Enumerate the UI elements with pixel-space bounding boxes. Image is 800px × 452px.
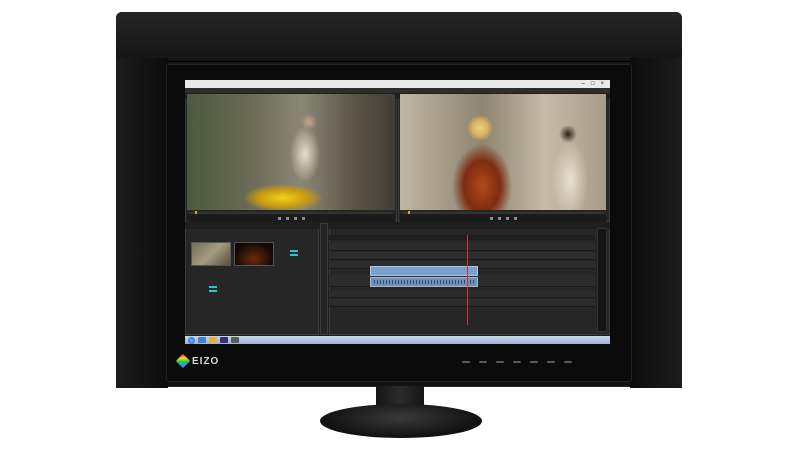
audio-clip[interactable]: [370, 277, 478, 287]
timeline-playhead[interactable]: [467, 235, 468, 325]
step-back-icon[interactable]: [489, 216, 493, 220]
program-transport-buttons: [489, 216, 517, 220]
window-buttons: – □ ×: [582, 81, 610, 87]
timeline-ruler[interactable]: [329, 235, 595, 240]
sequence-icon[interactable]: [290, 250, 298, 257]
windows-taskbar: [185, 336, 610, 344]
play-icon[interactable]: [497, 216, 501, 220]
brand-logo: EIZO: [175, 353, 220, 369]
program-transport: [400, 214, 606, 222]
app-titlebar: – □ ×: [185, 80, 610, 88]
program-video-frame[interactable]: [400, 94, 606, 210]
monitor-screen: – □ ×: [185, 80, 610, 344]
control-button[interactable]: [547, 361, 555, 363]
track-audio-3[interactable]: [329, 299, 595, 307]
control-button[interactable]: [530, 361, 538, 363]
sequence-icon[interactable]: [209, 286, 217, 293]
hood-top: [116, 12, 682, 62]
track-video-3[interactable]: [329, 243, 595, 251]
project-thumbnail[interactable]: [234, 242, 274, 266]
close-icon[interactable]: ×: [600, 81, 604, 87]
source-transport: [187, 214, 395, 222]
source-transport-buttons: [277, 216, 305, 220]
lift-icon[interactable]: [513, 216, 517, 220]
control-button[interactable]: [513, 361, 521, 363]
power-button[interactable]: [564, 361, 572, 363]
track-audio-2[interactable]: [329, 290, 595, 298]
project-panel: [185, 223, 319, 335]
step-back-icon[interactable]: [277, 216, 281, 220]
video-clip[interactable]: [370, 266, 478, 276]
premiere-icon[interactable]: [220, 337, 228, 343]
control-button[interactable]: [496, 361, 504, 363]
eizo-logo-icon: [175, 353, 191, 369]
project-thumbnail[interactable]: [191, 242, 231, 266]
step-forward-icon[interactable]: [505, 216, 509, 220]
control-button[interactable]: [479, 361, 487, 363]
explorer-icon[interactable]: [198, 337, 206, 343]
audio-meter: [597, 228, 607, 332]
timeline-tabs: [329, 223, 610, 229]
play-icon[interactable]: [285, 216, 289, 220]
monitor-controls: [462, 361, 572, 363]
project-panel-tabs: [185, 223, 319, 229]
app-icon[interactable]: [231, 337, 239, 343]
stand-base: [320, 404, 482, 438]
insert-icon[interactable]: [301, 216, 305, 220]
track-video-2[interactable]: [329, 252, 595, 260]
hood-side-right: [630, 58, 682, 388]
windows-start-icon[interactable]: [188, 336, 195, 344]
step-forward-icon[interactable]: [293, 216, 297, 220]
tools-panel: [320, 223, 328, 335]
control-button[interactable]: [462, 361, 470, 363]
minimize-icon[interactable]: –: [582, 81, 585, 87]
brand-logo-text: EIZO: [192, 355, 220, 367]
folder-icon[interactable]: [209, 337, 217, 343]
maximize-icon[interactable]: □: [591, 81, 595, 87]
hood-side-left: [116, 58, 168, 388]
source-video-frame[interactable]: [187, 94, 395, 210]
